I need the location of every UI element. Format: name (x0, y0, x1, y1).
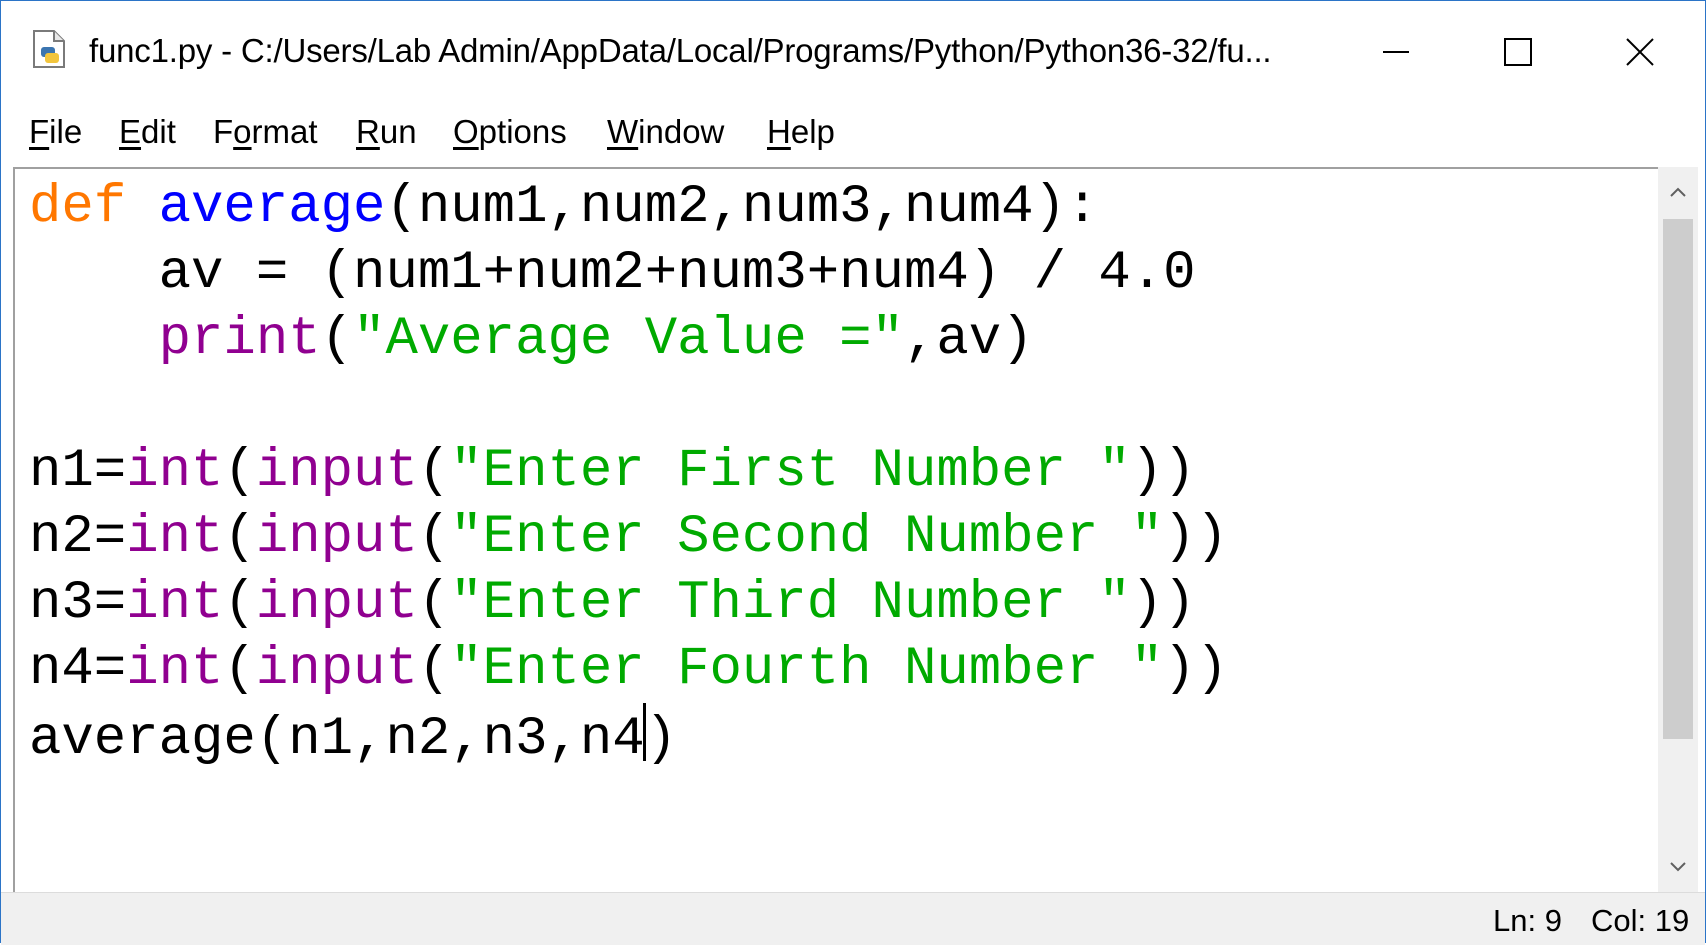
minimize-icon (1383, 51, 1409, 53)
code-text: ( (417, 507, 451, 568)
menu-window[interactable]: Window (607, 113, 724, 151)
scrollbar-thumb[interactable] (1663, 219, 1693, 739)
menu-file[interactable]: File (29, 113, 82, 151)
status-column-number: Col: 19 (1591, 903, 1690, 938)
code-line[interactable]: av = (num1+num2+num3+num4) / 4.0 (29, 241, 1196, 307)
code-builtin: int (126, 507, 224, 568)
code-builtin: int (126, 639, 224, 700)
menu-run[interactable]: Run (356, 113, 417, 151)
code-text: )) (1130, 573, 1196, 634)
code-text: ( (417, 639, 451, 700)
code-text: ) (644, 709, 678, 770)
maximize-icon (1504, 38, 1532, 66)
code-string: "Enter Third Number " (450, 573, 1131, 634)
code-builtin: input (255, 507, 418, 568)
code-text: n1= (29, 441, 127, 502)
code-text: ( (223, 639, 256, 700)
code-text: ( (223, 573, 256, 634)
code-text: ,av) (903, 309, 1034, 370)
code-text: )) (1163, 639, 1229, 700)
code-builtin: int (126, 441, 224, 502)
code-text: n4= (29, 639, 127, 700)
status-line-number: Ln: 9 (1493, 903, 1562, 938)
scroll-down-arrow-icon (1670, 862, 1686, 872)
code-text: av = (num1+num2+num3+num4) / 4.0 (29, 243, 1196, 304)
menu-accel: H (767, 113, 791, 150)
status-bar (1, 892, 1705, 945)
scroll-down-button[interactable] (1658, 842, 1698, 892)
code-text: )) (1130, 441, 1196, 502)
code-function-name: average (158, 177, 386, 238)
code-text: ( (320, 309, 354, 370)
code-text: average(n1,n2,n3,n4 (29, 709, 645, 770)
code-text: ( (417, 441, 451, 502)
close-icon (1626, 38, 1654, 66)
code-line[interactable]: def average(num1,num2,num3,num4): (29, 175, 1098, 241)
code-line[interactable]: n1=int(input("Enter First Number ")) (29, 439, 1196, 505)
code-text: ( (417, 573, 451, 634)
code-editor[interactable]: def average(num1,num2,num3,num4): av = (… (13, 167, 1658, 892)
menu-label-rest: indow (638, 113, 725, 150)
title-bar[interactable]: func1.py - C:/Users/Lab Admin/AppData/Lo… (1, 1, 1705, 103)
code-keyword: def (29, 177, 127, 238)
menu-accel: F (29, 113, 50, 150)
idle-editor-window: func1.py - C:/Users/Lab Admin/AppData/Lo… (0, 0, 1706, 945)
menu-label-rest: un (379, 113, 417, 150)
menu-label-rest: ptions (478, 113, 567, 150)
menu-help[interactable]: Help (767, 113, 835, 151)
code-text: ( (223, 507, 256, 568)
code-string: "Average Value =" (353, 309, 904, 370)
menu-label-rest: rmat (251, 113, 318, 150)
menu-accel: R (356, 113, 380, 150)
menu-format[interactable]: Format (213, 113, 318, 151)
code-string: "Enter First Number " (450, 441, 1131, 502)
maximize-button[interactable] (1457, 1, 1579, 103)
menu-accel: W (607, 113, 639, 150)
menu-label-rest: elp (790, 113, 835, 150)
code-builtin: input (255, 573, 418, 634)
menu-options[interactable]: Options (453, 113, 567, 151)
menu-label-rest: dit (141, 113, 176, 150)
scroll-up-button[interactable] (1658, 167, 1698, 217)
code-line[interactable]: n4=int(input("Enter Fourth Number ")) (29, 637, 1228, 703)
code-text: )) (1163, 507, 1229, 568)
window-title: func1.py - C:/Users/Lab Admin/AppData/Lo… (89, 32, 1272, 69)
code-line[interactable]: n3=int(input("Enter Third Number ")) (29, 571, 1196, 637)
code-text: n3= (29, 573, 127, 634)
code-text: n2= (29, 507, 127, 568)
menu-label-rest: ile (49, 113, 83, 150)
code-string: "Enter Fourth Number " (450, 639, 1164, 700)
menu-accel: O (453, 113, 479, 150)
python-file-icon (33, 30, 65, 68)
vertical-scrollbar[interactable] (1658, 167, 1698, 892)
code-builtin: int (126, 573, 224, 634)
code-line[interactable]: average(n1,n2,n3,n4) (29, 703, 677, 773)
menu-edit[interactable]: Edit (119, 113, 176, 151)
code-text: (num1,num2,num3,num4): (385, 177, 1099, 238)
code-builtin: print (158, 309, 321, 370)
minimize-button[interactable] (1335, 1, 1457, 103)
menu-label-pre: F (213, 113, 234, 150)
code-line[interactable]: n2=int(input("Enter Second Number ")) (29, 505, 1228, 571)
close-button[interactable] (1579, 1, 1701, 103)
code-builtin: input (255, 639, 418, 700)
menu-accel: o (233, 113, 252, 150)
scroll-up-arrow-icon (1670, 187, 1686, 197)
code-builtin: input (255, 441, 418, 502)
code-line[interactable]: print("Average Value =",av) (29, 307, 1034, 373)
menu-accel: E (119, 113, 142, 150)
code-string: "Enter Second Number " (450, 507, 1164, 568)
code-text: ( (223, 441, 256, 502)
